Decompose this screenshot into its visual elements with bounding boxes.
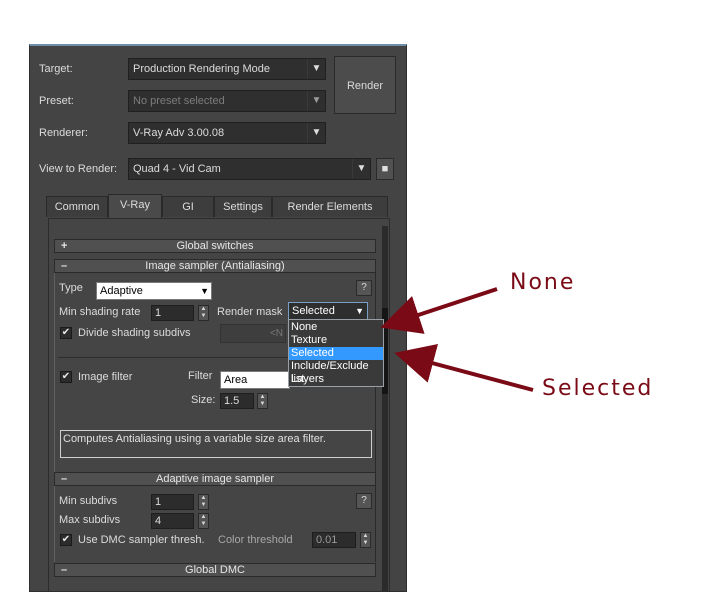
spin-down-icon: ▼ — [200, 313, 207, 319]
selected-arrow — [394, 343, 534, 392]
filter-type-dropdown[interactable]: Area — [220, 371, 290, 389]
filter-label: Filter — [188, 370, 213, 382]
render-mask-option-include-exclude[interactable]: Include/Exclude list — [289, 360, 383, 385]
rollout-title: Global switches — [176, 240, 254, 252]
min-shading-rate-input[interactable]: 1 — [151, 305, 194, 321]
lock-view-button[interactable]: ■ — [376, 158, 394, 180]
chevron-down-icon: ▼ — [200, 286, 209, 296]
color-threshold-spinner[interactable]: ▲ ▼ — [360, 532, 371, 548]
rollout-image-sampler[interactable]: – Image sampler (Antialiasing) — [54, 259, 376, 273]
collapse-icon: – — [61, 564, 68, 576]
preset-dropdown[interactable]: No preset selected ▼ — [128, 90, 326, 112]
chevron-down-icon: ▼ — [355, 306, 364, 316]
collapse-icon: – — [61, 260, 68, 272]
help-button[interactable]: ? — [356, 280, 372, 296]
spin-up-icon: ▲ — [200, 306, 207, 312]
sampler-type-value: Adaptive — [100, 285, 143, 297]
color-threshold-input[interactable]: 0.01 — [312, 532, 356, 548]
render-setup-panel: Target: Production Rendering Mode ▼ Pres… — [29, 44, 407, 592]
view-to-render-label: View to Render: — [39, 163, 118, 175]
rollout-title: Adaptive image sampler — [155, 473, 274, 485]
target-value: Production Rendering Mode — [133, 63, 270, 75]
render-mask-value: Selected — [292, 305, 335, 317]
spin-down-icon: ▼ — [200, 521, 207, 527]
max-subdivs-label: Max subdivs — [59, 514, 121, 526]
view-to-render-value: Quad 4 - Vid Cam — [133, 163, 221, 175]
tab-render-elements[interactable]: Render Elements — [272, 196, 388, 217]
preset-label: Preset: — [39, 95, 74, 107]
check-icon: ✔ — [61, 371, 71, 382]
chevron-down-icon: ▼ — [352, 159, 370, 179]
sampler-type-dropdown[interactable]: Adaptive ▼ — [96, 282, 212, 300]
spin-up-icon: ▲ — [200, 495, 207, 501]
image-filter-label: Image filter — [78, 371, 133, 383]
use-dmc-label: Use DMC sampler thresh. — [78, 534, 205, 546]
render-mask-options-list[interactable]: None Texture Selected Include/Exclude li… — [288, 319, 384, 387]
spin-down-icon: ▼ — [200, 502, 207, 508]
use-dmc-checkbox[interactable]: ✔ — [60, 534, 72, 546]
target-label: Target: — [39, 63, 73, 75]
max-subdivs-input[interactable]: 4 — [151, 513, 194, 529]
target-dropdown[interactable]: Production Rendering Mode ▼ — [128, 58, 326, 80]
min-shading-rate-spinner[interactable]: ▲ ▼ — [198, 305, 209, 321]
spin-up-icon: ▲ — [200, 514, 207, 520]
annotation-none: None — [510, 270, 576, 295]
render-mask-option-selected[interactable]: Selected — [289, 347, 383, 360]
filter-type-value: Area — [224, 374, 248, 386]
spin-down-icon: ▼ — [259, 401, 266, 407]
rollout-title: Global DMC — [185, 564, 245, 576]
render-mask-option-texture[interactable]: Texture — [289, 334, 383, 347]
spin-up-icon: ▲ — [259, 394, 266, 400]
size-label: Size: — [191, 394, 216, 406]
tab-common[interactable]: Common — [46, 196, 108, 217]
filter-size-spinner[interactable]: ▲ ▼ — [257, 393, 268, 409]
renderer-dropdown[interactable]: V-Ray Adv 3.00.08 ▼ — [128, 122, 326, 144]
disabled-field: <N — [220, 324, 286, 343]
preset-value: No preset selected — [133, 95, 225, 107]
tab-vray[interactable]: V-Ray — [108, 194, 162, 218]
tab-settings[interactable]: Settings — [214, 196, 272, 217]
help-button[interactable]: ? — [356, 493, 372, 509]
rollout-title: Image sampler (Antialiasing) — [145, 260, 285, 272]
collapse-icon: – — [61, 473, 68, 485]
renderer-value: V-Ray Adv 3.00.08 — [133, 127, 225, 139]
chevron-down-icon: ▼ — [307, 59, 325, 79]
rollout-global-dmc[interactable]: – Global DMC — [54, 563, 376, 577]
check-icon: ✔ — [61, 327, 71, 338]
type-label: Type — [59, 282, 83, 294]
min-subdivs-label: Min subdivs — [59, 495, 118, 507]
chevron-down-icon: ▼ — [307, 123, 325, 143]
annotation-selected: Selected — [542, 376, 654, 401]
divide-shading-subdivs-checkbox[interactable]: ✔ — [60, 327, 72, 339]
filter-description: Computes Antialiasing using a variable s… — [60, 430, 372, 458]
filter-size-input[interactable]: 1.5 — [220, 393, 254, 409]
rollout-adaptive-sampler[interactable]: – Adaptive image sampler — [54, 472, 376, 486]
renderer-label: Renderer: — [39, 127, 88, 139]
view-to-render-dropdown[interactable]: Quad 4 - Vid Cam ▼ — [128, 158, 371, 180]
render-mask-option-none[interactable]: None — [289, 321, 383, 334]
image-filter-checkbox[interactable]: ✔ — [60, 371, 72, 383]
spin-down-icon: ▼ — [362, 540, 369, 546]
tab-gi[interactable]: GI — [162, 196, 214, 217]
min-subdivs-input[interactable]: 1 — [151, 494, 194, 510]
rollout-scrollbar[interactable] — [382, 226, 388, 591]
divide-shading-subdivs-label: Divide shading subdivs — [78, 327, 191, 339]
render-mask-label: Render mask — [217, 306, 283, 318]
spin-up-icon: ▲ — [362, 533, 369, 539]
expand-icon: + — [61, 240, 68, 252]
min-subdivs-spinner[interactable]: ▲ ▼ — [198, 494, 209, 510]
max-subdivs-spinner[interactable]: ▲ ▼ — [198, 513, 209, 529]
rollout-global-switches[interactable]: + Global switches — [54, 239, 376, 253]
check-icon: ✔ — [61, 534, 71, 545]
lock-icon: ■ — [381, 163, 389, 175]
render-button[interactable]: Render — [334, 56, 396, 114]
chevron-down-icon: ▼ — [307, 91, 325, 111]
min-shading-rate-label: Min shading rate — [59, 306, 141, 318]
render-mask-option-layers[interactable]: Layers — [289, 373, 383, 386]
color-threshold-label: Color threshold — [218, 534, 293, 546]
